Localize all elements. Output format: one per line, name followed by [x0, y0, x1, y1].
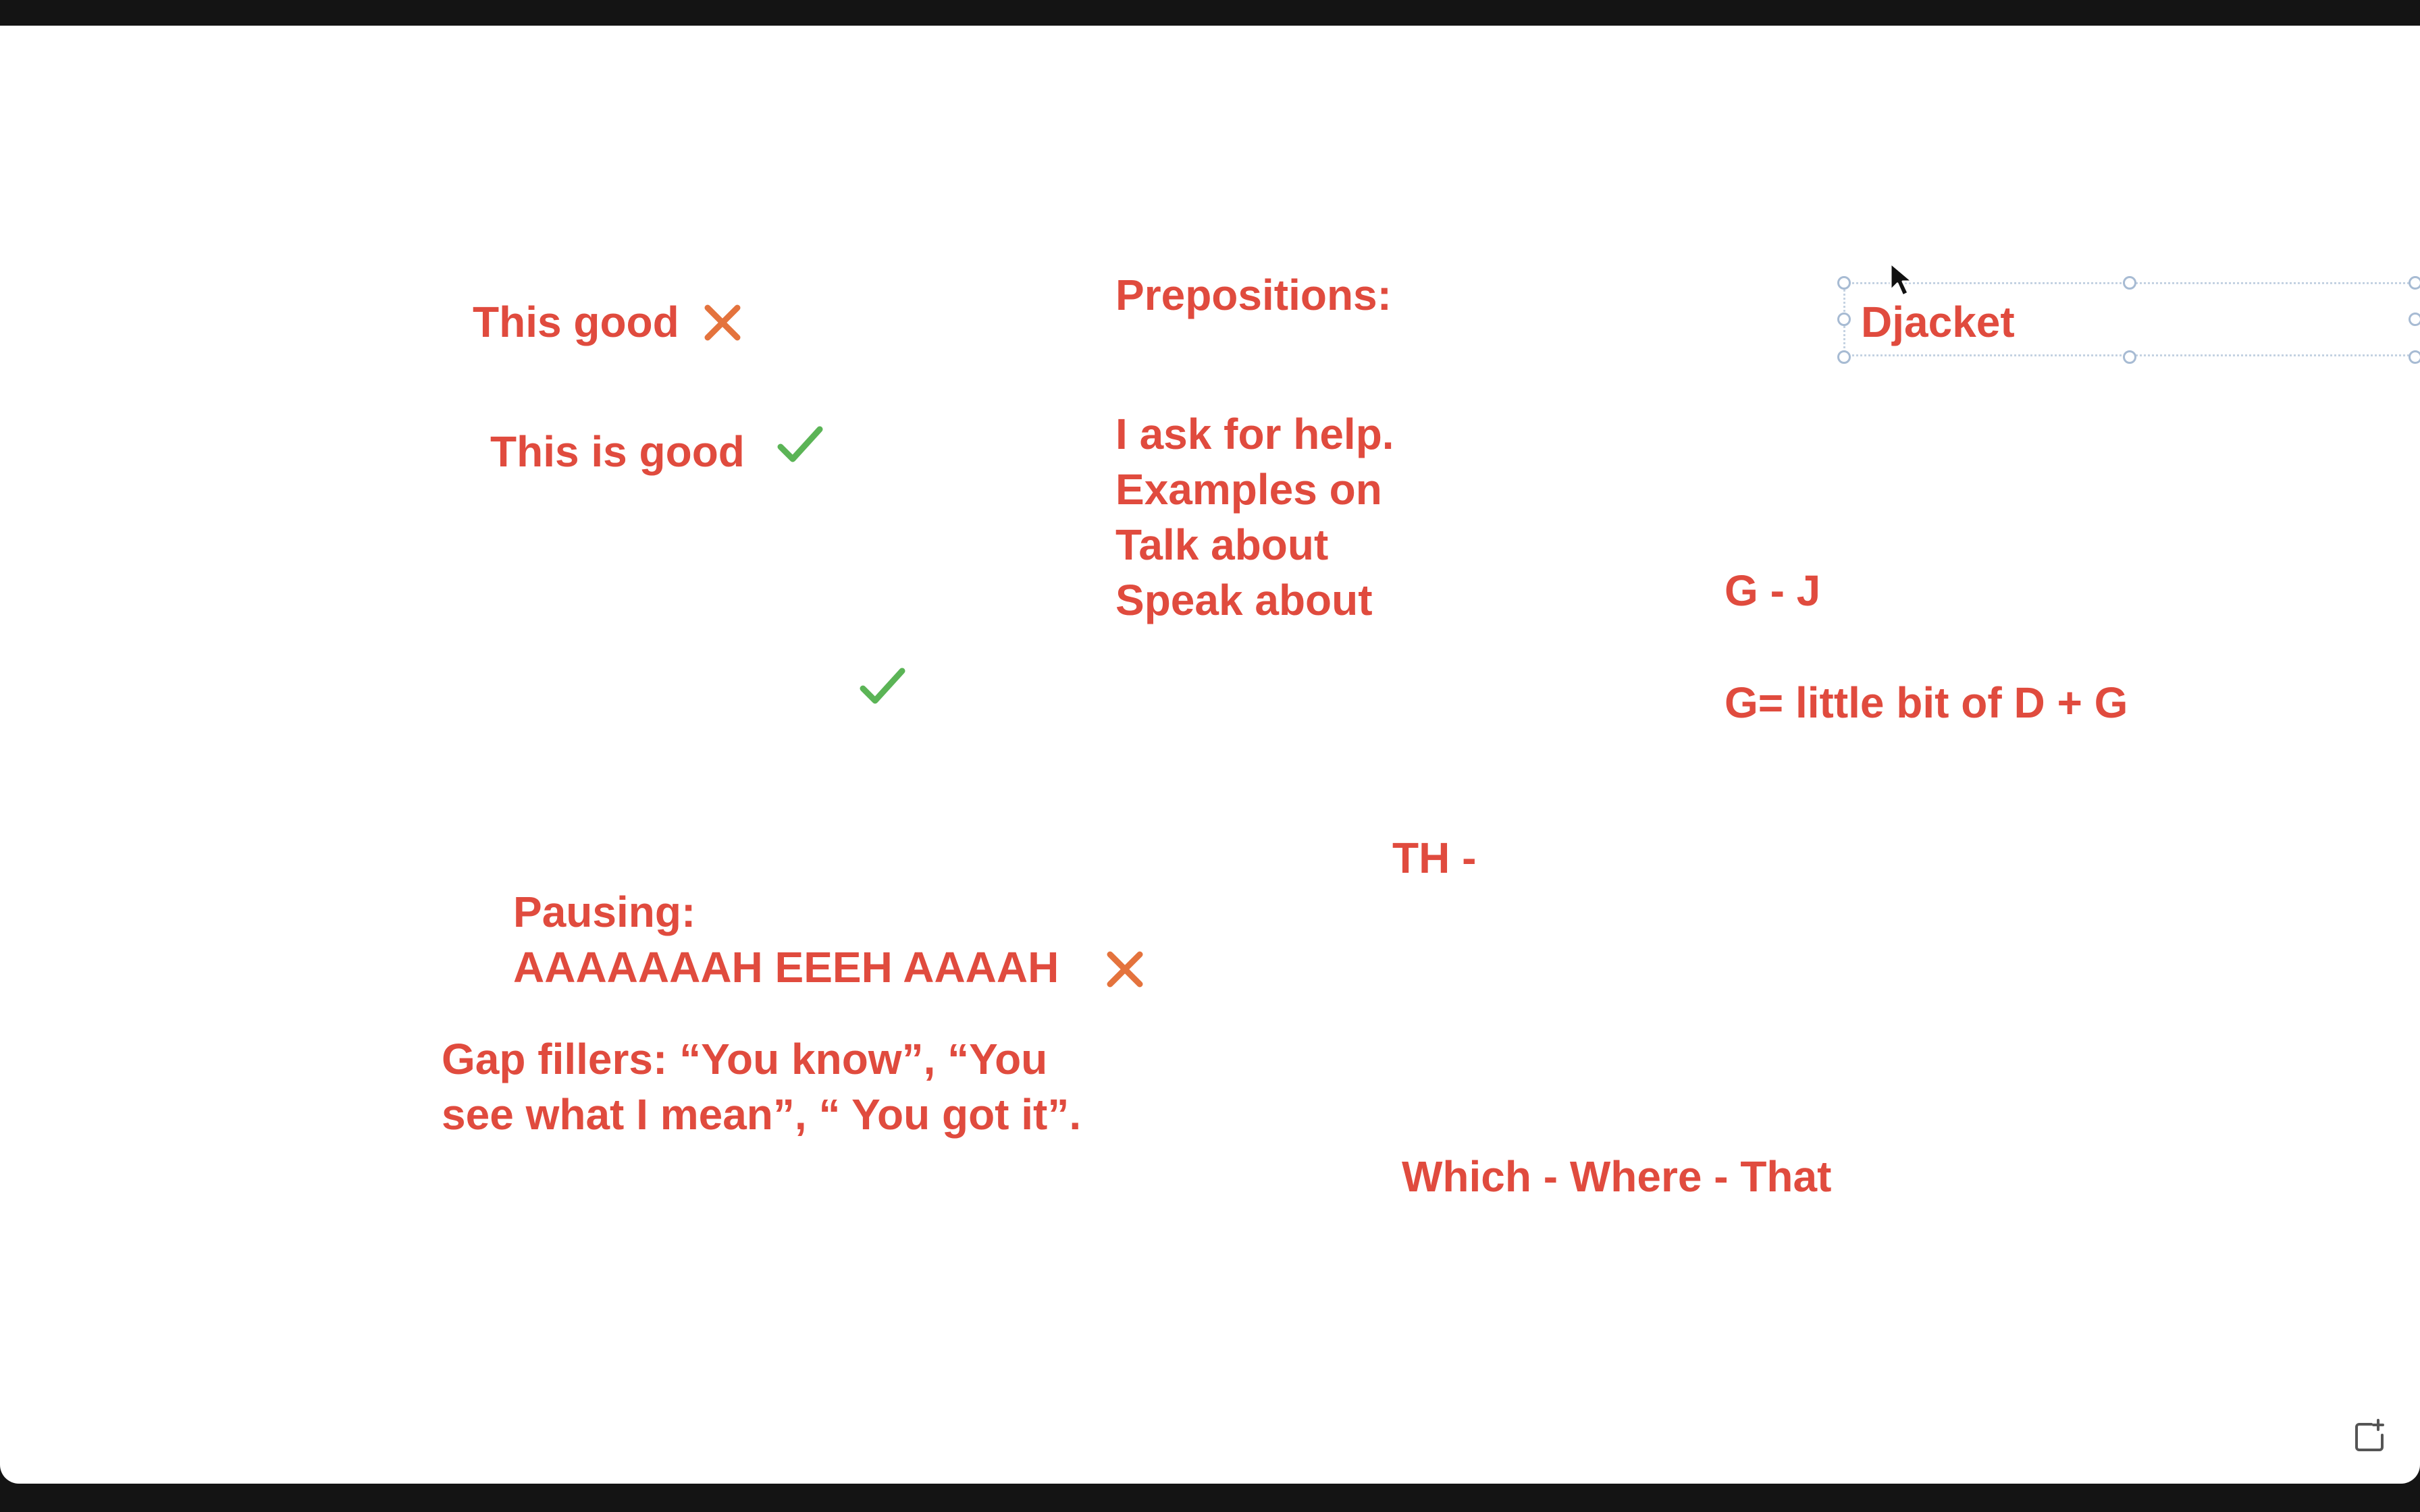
note-g-rule[interactable]: G= little bit of D + G [1725, 675, 2128, 730]
mouse-cursor-icon [1889, 262, 1914, 297]
note-pausing-line[interactable]: AAAAAAAH EEEH AAAAH [513, 940, 1059, 995]
resize-handle-bottom-left[interactable] [1837, 350, 1851, 364]
note-pausing-heading[interactable]: Pausing: [513, 884, 695, 940]
check-mark-icon [860, 668, 905, 704]
resize-handle-middle-left[interactable] [1837, 313, 1851, 326]
note-g-j[interactable]: G - J [1725, 563, 1820, 618]
resize-handle-top-left[interactable] [1837, 276, 1851, 290]
prepositions-line: Speak about [1115, 576, 1373, 624]
resize-handle-bottom-right[interactable] [2409, 350, 2420, 364]
resize-handle-top-middle[interactable] [2123, 276, 2136, 290]
x-mark-icon [1107, 951, 1143, 988]
gap-fillers-line: see what I mean”, “ You got it”. [442, 1090, 1082, 1139]
note-prepositions-heading[interactable]: Prepositions: [1115, 267, 1392, 323]
note-this-is-good[interactable]: This is good [490, 424, 745, 479]
check-mark-icon [777, 426, 823, 462]
prepositions-line: Examples on [1115, 465, 1382, 514]
window-bottom-bar [0, 1484, 2420, 1512]
note-djacket[interactable]: Djacket [1861, 294, 2015, 350]
prepositions-line: Talk about [1115, 520, 1329, 569]
note-this-good[interactable]: This good [473, 294, 679, 350]
whiteboard-canvas[interactable]: This good This is good Prepositions: I a… [0, 26, 2420, 1484]
note-th[interactable]: TH - [1392, 830, 1476, 886]
prepositions-line: I ask for help. [1115, 410, 1394, 458]
gap-fillers-line: Gap fillers: “You know”, “You [442, 1035, 1048, 1083]
resize-handle-top-right[interactable] [2409, 276, 2420, 290]
x-mark-icon [704, 304, 741, 341]
resize-handle-bottom-middle[interactable] [2123, 350, 2136, 364]
note-which-where-that[interactable]: Which - Where - That [1402, 1149, 1831, 1204]
window-top-bar [0, 0, 2420, 26]
expand-corner-icon[interactable] [2351, 1418, 2389, 1455]
resize-handle-middle-right[interactable] [2409, 313, 2420, 326]
